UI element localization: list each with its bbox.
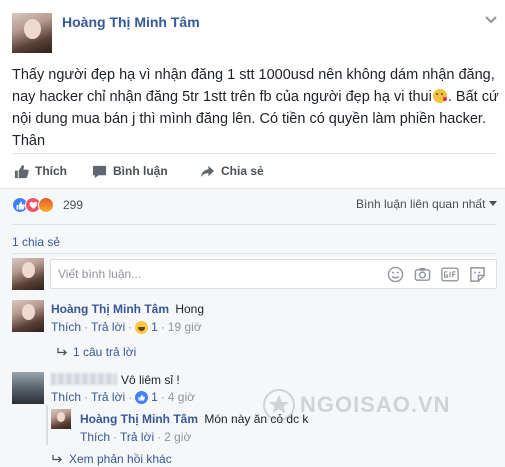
comment-timestamp[interactable]: 4 giờ	[168, 390, 195, 404]
reply-arrow-icon	[52, 454, 63, 464]
haha-reaction-icon[interactable]	[135, 320, 149, 334]
watermark: NGOISAO.VN	[262, 388, 451, 422]
post-text-line: nội dung mua bán j thì mình đăng lên. Có…	[12, 111, 486, 127]
reply-author-name[interactable]: Hoàng Thị Minh Tâm	[80, 412, 198, 426]
sticker-icon[interactable]	[469, 266, 486, 283]
like-reaction-icon[interactable]	[135, 390, 149, 404]
post-text-line: Thấy người đẹp hạ vì nhận đăng 1 stt 100…	[12, 67, 495, 83]
share-button-label: Chia sẻ	[221, 164, 264, 178]
like-button-label: Thích	[35, 164, 67, 178]
reply-arrow-icon	[57, 347, 68, 357]
post-author-name[interactable]: Hoàng Thị Minh Tâm	[62, 14, 200, 30]
speech-bubble-icon	[92, 164, 107, 179]
reply-timestamp[interactable]: 2 giờ	[164, 430, 191, 444]
comment-input-placeholder: Viết bình luận...	[58, 267, 142, 281]
watermark-text: NGOISAO.VN	[300, 392, 451, 417]
separator-dot: ·	[113, 430, 118, 444]
comment-reaction-count[interactable]: 1	[151, 390, 158, 404]
thumbs-up-icon	[14, 164, 29, 179]
view-replies-link[interactable]: 1 câu trả lời	[57, 345, 136, 359]
comment-author-avatar[interactable]	[12, 300, 44, 332]
comment-like-link[interactable]: Thích	[51, 390, 81, 404]
separator-dot: ·	[128, 320, 133, 334]
emoji-icon[interactable]	[387, 266, 404, 283]
separator-dot: ·	[160, 390, 165, 404]
post-options-chevron-icon[interactable]	[484, 13, 498, 27]
more-replies-link[interactable]: Xem phản hồi khác	[52, 452, 172, 466]
post-text-line: nay hacker chỉ nhận đăng 5tr 1stt trên f…	[12, 86, 500, 108]
separator-dot: ·	[84, 320, 89, 334]
post-text-line: Thân	[12, 133, 46, 149]
comment-button-label: Bình luận	[113, 164, 168, 178]
comment-text: Vô liêm sỉ !	[121, 373, 180, 387]
comment-reply-link[interactable]: Trả lời	[91, 320, 125, 334]
comment-sort-label: Bình luận liên quan nhất	[356, 197, 486, 211]
share-arrow-icon	[200, 164, 215, 179]
watermark-logo-icon	[262, 388, 296, 422]
more-replies-label: Xem phản hồi khác	[69, 452, 172, 466]
comment-reply-link[interactable]: Trả lời	[91, 390, 125, 404]
divider	[12, 153, 497, 154]
reply-author-avatar[interactable]	[51, 409, 71, 429]
gif-icon[interactable]	[441, 267, 459, 282]
comment-actions: Thích · Trả lời · 1 · 4 giờ	[51, 390, 195, 404]
separator-dot: ·	[160, 320, 165, 334]
separator-dot: ·	[84, 390, 89, 404]
separator-dot: ·	[157, 430, 162, 444]
comment-like-link[interactable]: Thích	[51, 320, 81, 334]
reply-reply-link[interactable]: Trả lời	[120, 430, 154, 444]
reaction-icons[interactable]	[12, 197, 60, 213]
view-replies-label: 1 câu trả lời	[73, 345, 137, 359]
kiss-emoji-icon	[432, 89, 447, 103]
share-button[interactable]: Chia sẻ	[200, 161, 264, 181]
post-author-avatar[interactable]	[12, 13, 52, 53]
caret-down-icon	[489, 201, 498, 207]
angry-reaction-icon	[38, 197, 54, 213]
blurred-author-name	[51, 373, 117, 385]
share-count-link[interactable]: 1 chia sẻ	[12, 235, 60, 249]
reaction-count[interactable]: 299	[63, 198, 83, 212]
comment-author-name[interactable]: Hoàng Thị Minh Tâm	[51, 302, 169, 316]
camera-icon[interactable]	[414, 266, 431, 283]
comment-reaction-count[interactable]: 1	[151, 320, 158, 334]
comment-timestamp[interactable]: 19 giờ	[168, 320, 202, 334]
divider	[12, 253, 497, 254]
comment-text: Hong	[175, 302, 205, 316]
post-text-segment: nay hacker chỉ nhận đăng 5tr 1stt trên f…	[12, 89, 432, 105]
comment-sort-dropdown[interactable]: Bình luận liên quan nhất	[356, 197, 498, 211]
comment-body: Hoàng Thị Minh Tâm Hong	[51, 302, 204, 316]
comment-input[interactable]: Viết bình luận...	[50, 259, 497, 289]
post-text: Thấy người đẹp hạ vì nhận đăng 1 stt 100…	[12, 64, 500, 152]
comment-actions: Thích · Trả lời · 1 · 19 giờ	[51, 320, 202, 334]
comment-author-avatar[interactable]	[12, 372, 44, 404]
separator-dot: ·	[128, 390, 133, 404]
divider	[12, 224, 497, 225]
comment-button[interactable]: Bình luận	[92, 161, 168, 181]
post-text-segment: . Bất cứ	[447, 89, 499, 105]
reply-thread-line	[46, 405, 48, 445]
reply-actions: Thích · Trả lời · 2 giờ	[80, 430, 191, 444]
like-button[interactable]: Thích	[14, 161, 67, 181]
current-user-avatar[interactable]	[12, 258, 44, 290]
reply-like-link[interactable]: Thích	[80, 430, 110, 444]
